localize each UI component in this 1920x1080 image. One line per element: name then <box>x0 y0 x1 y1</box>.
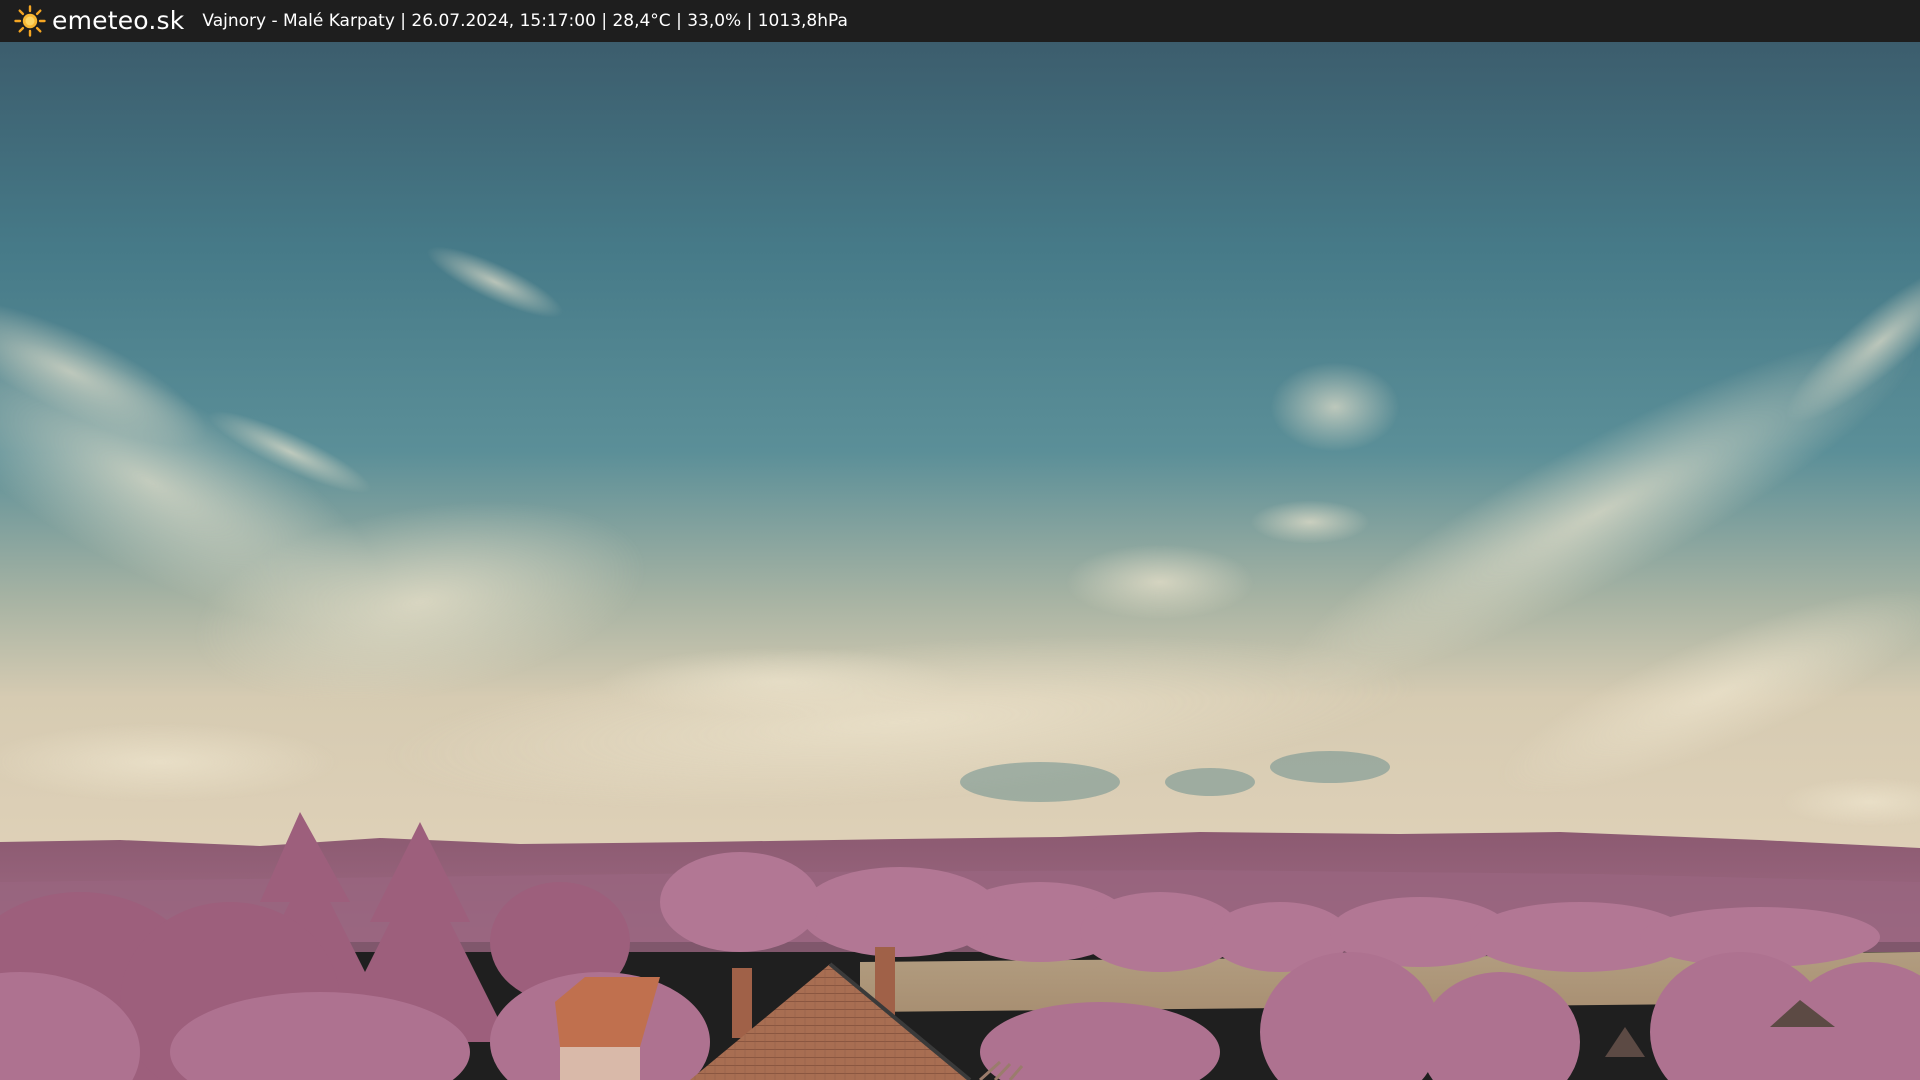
webcam-header-bar: emeteo.sk Vajnory - Malé Karpaty | 26.07… <box>0 0 1920 42</box>
brand: emeteo.sk <box>14 0 184 42</box>
sun-icon <box>14 5 46 37</box>
webcam-image <box>0 42 1920 1080</box>
brand-name: emeteo.sk <box>52 6 185 35</box>
webcam-page: emeteo.sk Vajnory - Malé Karpaty | 26.07… <box>0 0 1920 1080</box>
weather-caption: Vajnory - Malé Karpaty | 26.07.2024, 15:… <box>202 11 848 31</box>
